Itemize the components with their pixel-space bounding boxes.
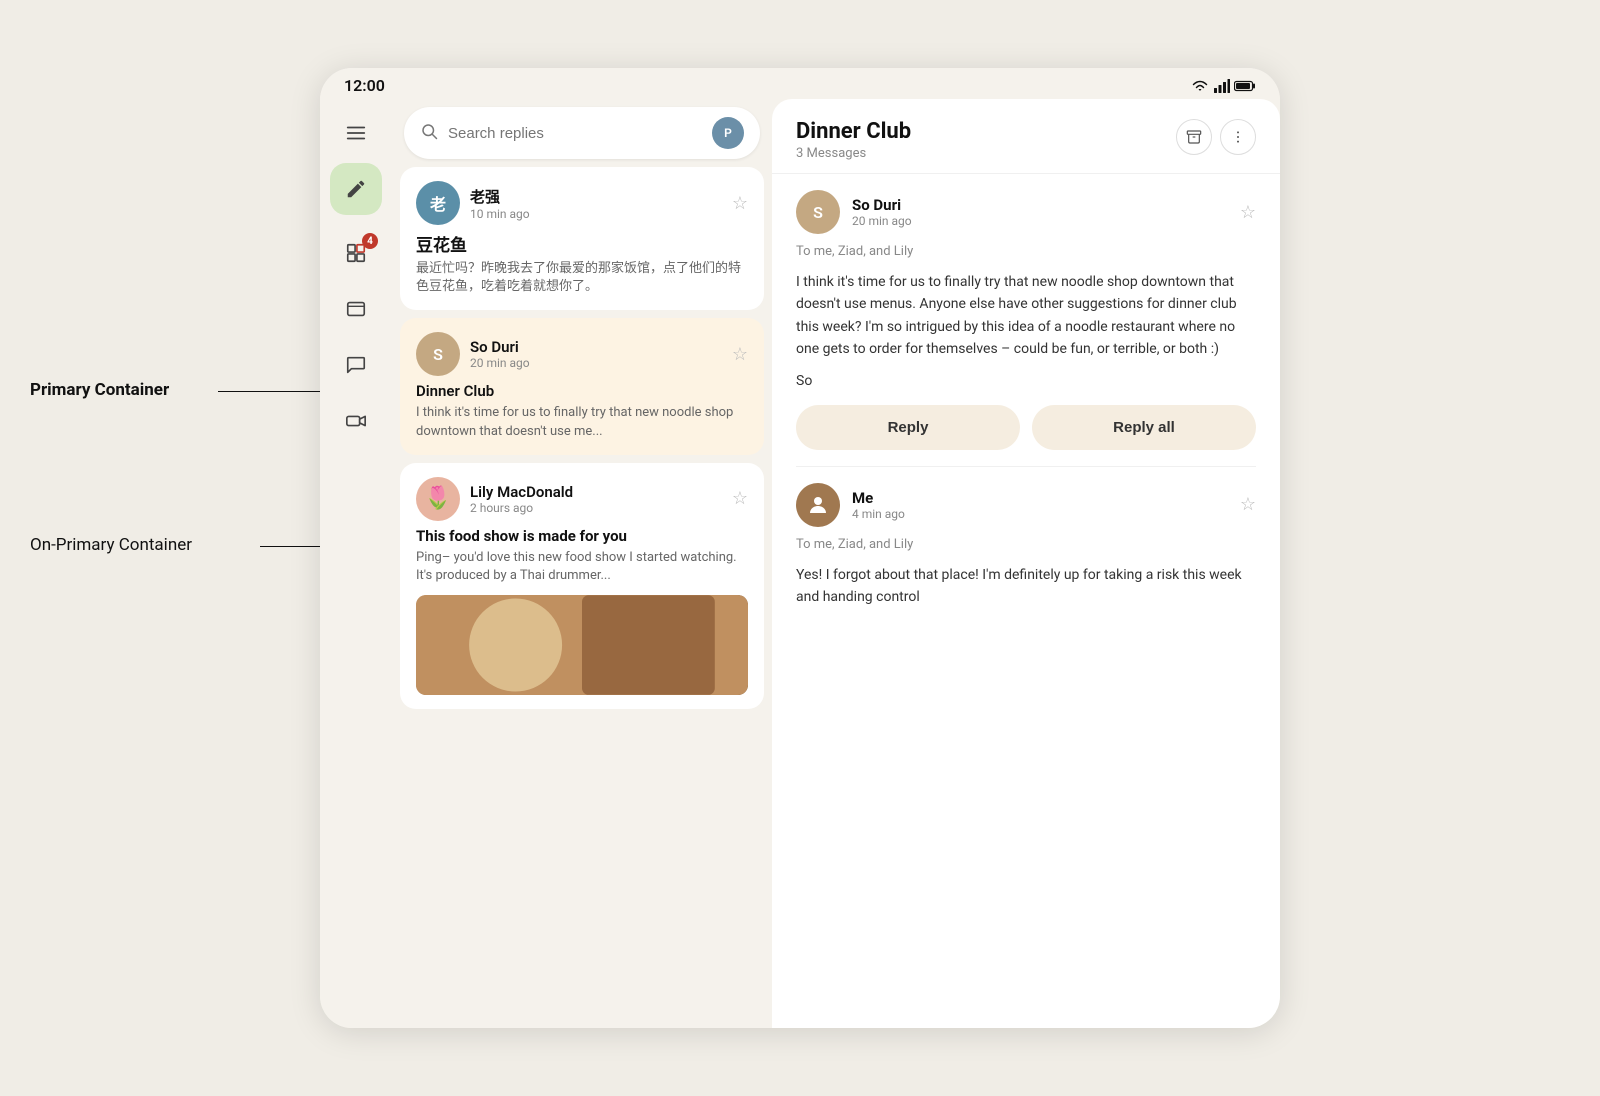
sender-name-2: So Duri	[470, 338, 722, 356]
user-avatar: P	[712, 117, 744, 149]
email-subject-2: Dinner Club	[416, 382, 748, 400]
detail-header-text: Dinner Club 3 Messages	[796, 119, 911, 161]
message-card-1: S So Duri 20 min ago ☆ To me, Ziad, and …	[796, 190, 1256, 450]
detail-header: Dinner Club 3 Messages	[772, 99, 1280, 174]
main-content: 4	[320, 99, 1280, 1028]
message-avatar-1: S	[796, 190, 840, 234]
message-recipients-2: To me, Ziad, and Lily	[796, 537, 1256, 552]
message-divider	[796, 466, 1256, 467]
search-bar[interactable]: P	[404, 107, 760, 159]
message-header-1: S So Duri 20 min ago ☆	[796, 190, 1256, 234]
status-icons	[1190, 79, 1256, 93]
message-body-2: Yes! I forgot about that place! I'm defi…	[796, 564, 1256, 609]
email-item-2[interactable]: S So Duri 20 min ago ☆ Dinner Club I thi…	[400, 318, 764, 454]
email-preview-2: I think it's time for us to finally try …	[416, 404, 748, 440]
email-subject-1: 豆花鱼	[416, 231, 748, 256]
detail-actions	[1176, 119, 1256, 155]
message-recipients-1: To me, Ziad, and Lily	[796, 244, 1256, 259]
message-body-1: I think it's time for us to finally try …	[796, 271, 1256, 361]
message-sender-info-2: Me 4 min ago	[852, 489, 1228, 521]
video-icon	[345, 410, 367, 432]
avatar-laoquiang: 老	[416, 181, 460, 225]
chat-icon	[345, 354, 367, 376]
sender-info-3: Lily MacDonald 2 hours ago	[470, 483, 722, 515]
annotation-on-primary-label: On-Primary Container	[30, 535, 192, 555]
email-time-2: 20 min ago	[470, 356, 722, 370]
reply-all-button[interactable]: Reply all	[1032, 405, 1256, 450]
email-item-1[interactable]: 老 老强 10 min ago ☆ 豆花鱼 最近忙吗？昨晚我去了你最爱的那家饭馆…	[400, 167, 764, 310]
email-time-1: 10 min ago	[470, 207, 722, 221]
page-wrapper: Primary Container On-Primary Container 1…	[0, 0, 1600, 1096]
message-star-1[interactable]: ☆	[1240, 202, 1256, 223]
search-icon	[420, 122, 438, 145]
sender-name-1: 老强	[470, 186, 722, 207]
sidebar-item-video[interactable]	[330, 395, 382, 447]
archive-button[interactable]	[1176, 119, 1212, 155]
sidebar: 4	[320, 99, 392, 1028]
sender-name-3: Lily MacDonald	[470, 483, 722, 501]
sender-info-2: So Duri 20 min ago	[470, 338, 722, 370]
messages-icon	[345, 298, 367, 320]
more-options-button[interactable]	[1220, 119, 1256, 155]
avatar-lily: 🌷	[416, 477, 460, 521]
message-star-2[interactable]: ☆	[1240, 494, 1256, 515]
email-time-3: 2 hours ago	[470, 501, 722, 515]
annotation-primary-label: Primary Container	[30, 380, 169, 400]
compose-icon	[345, 178, 367, 200]
email-list-scroll[interactable]: 老 老强 10 min ago ☆ 豆花鱼 最近忙吗？昨晚我去了你最爱的那家饭馆…	[392, 167, 772, 1028]
sender-info-1: 老强 10 min ago	[470, 186, 722, 221]
sidebar-item-menu[interactable]	[330, 107, 382, 159]
status-time: 12:00	[344, 76, 385, 95]
updates-badge: 4	[362, 233, 378, 249]
email-item-3[interactable]: 🌷 Lily MacDonald 2 hours ago ☆ This food…	[400, 463, 764, 709]
email-preview-3: Ping– you'd love this new food show I st…	[416, 549, 748, 585]
phone-frame: 12:00	[320, 68, 1280, 1028]
search-input[interactable]	[448, 125, 702, 142]
message-card-2: Me 4 min ago ☆ To me, Ziad, and Lily Yes…	[796, 483, 1256, 609]
message-signature-1: So	[796, 373, 1256, 389]
sidebar-item-chat[interactable]	[330, 339, 382, 391]
email-detail: Dinner Club 3 Messages	[772, 99, 1280, 1028]
battery-icon	[1234, 80, 1256, 92]
message-avatar-2	[796, 483, 840, 527]
status-bar: 12:00	[320, 68, 1280, 99]
sidebar-item-messages[interactable]	[330, 283, 382, 335]
detail-title: Dinner Club	[796, 119, 911, 144]
message-sender-name-2: Me	[852, 489, 1228, 507]
signal-icon	[1214, 79, 1230, 93]
wifi-icon	[1190, 79, 1210, 93]
message-sender-name-1: So Duri	[852, 196, 1228, 214]
email-subject-3: This food show is made for you	[416, 527, 748, 545]
menu-icon	[345, 122, 367, 144]
email-list: P 老 老强 10 min ago ☆ 豆	[392, 99, 772, 1028]
star-2[interactable]: ☆	[732, 344, 748, 365]
email-preview-1: 最近忙吗？昨晚我去了你最爱的那家饭馆，点了他们的特色豆花鱼，吃着吃着就想你了。	[416, 260, 748, 296]
detail-subtitle: 3 Messages	[796, 146, 911, 161]
message-sender-info-1: So Duri 20 min ago	[852, 196, 1228, 228]
message-time-1: 20 min ago	[852, 214, 1228, 228]
detail-scroll[interactable]: S So Duri 20 min ago ☆ To me, Ziad, and …	[772, 174, 1280, 1028]
star-1[interactable]: ☆	[732, 193, 748, 214]
reply-actions: Reply Reply all	[796, 405, 1256, 450]
email-thumbnail	[416, 595, 748, 695]
avatar-soduri: S	[416, 332, 460, 376]
message-time-2: 4 min ago	[852, 507, 1228, 521]
sidebar-item-compose[interactable]	[330, 163, 382, 215]
message-header-2: Me 4 min ago ☆	[796, 483, 1256, 527]
sidebar-item-updates[interactable]: 4	[330, 227, 382, 279]
reply-button[interactable]: Reply	[796, 405, 1020, 450]
star-3[interactable]: ☆	[732, 488, 748, 509]
